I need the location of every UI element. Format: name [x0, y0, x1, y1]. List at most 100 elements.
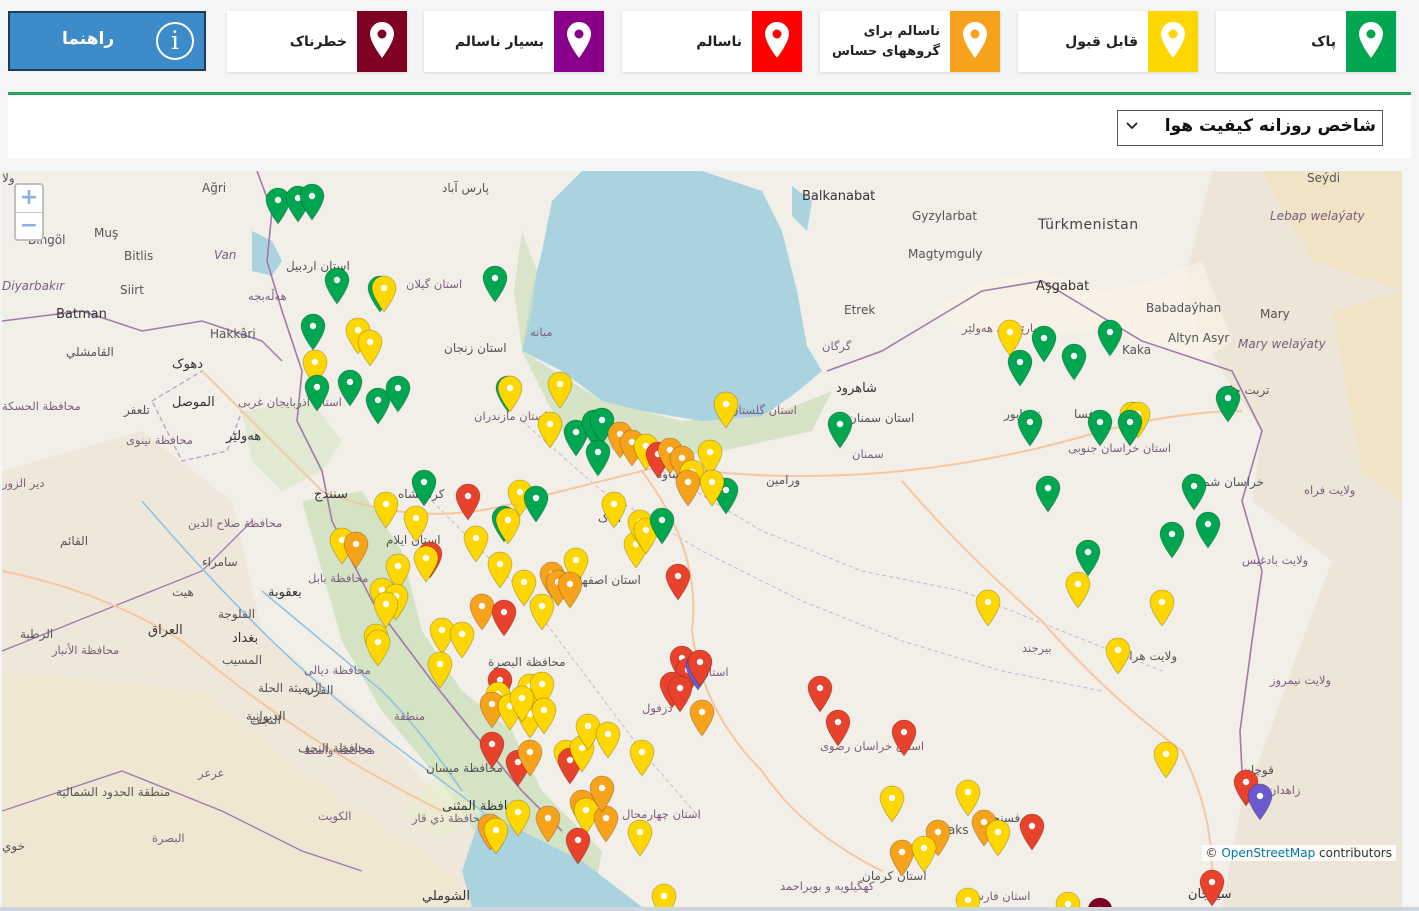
station-marker-acceptable[interactable]: [911, 835, 937, 873]
attribution-link[interactable]: OpenStreetMap: [1221, 846, 1315, 860]
station-marker-sensitive[interactable]: [469, 593, 495, 631]
station-marker-acceptable[interactable]: [463, 525, 489, 563]
guide-button[interactable]: راهنما i: [8, 11, 206, 71]
map-pin-icon: [1359, 22, 1383, 58]
station-marker-acceptable[interactable]: [487, 551, 513, 589]
station-marker-acceptable[interactable]: [365, 629, 391, 667]
legend-label: خطرناک: [289, 33, 347, 50]
legend-item-unhealthy: ناسالم: [622, 11, 802, 72]
station-marker-clean[interactable]: [1031, 325, 1057, 363]
station-marker-acceptable[interactable]: [547, 371, 573, 409]
station-marker-acceptable[interactable]: [601, 491, 627, 529]
station-marker-clean[interactable]: [1159, 521, 1185, 559]
station-marker-sensitive[interactable]: [689, 699, 715, 737]
station-marker-clean[interactable]: [337, 369, 363, 407]
station-marker-clean[interactable]: [1035, 475, 1061, 513]
station-marker-acceptable[interactable]: [371, 275, 397, 313]
station-marker-clean[interactable]: [1195, 511, 1221, 549]
station-marker-clean[interactable]: [1061, 343, 1087, 381]
legend-swatch: [752, 11, 802, 72]
station-marker-acceptable[interactable]: [1153, 741, 1179, 779]
station-marker-clean[interactable]: [1087, 409, 1113, 447]
station-marker-clean[interactable]: [1097, 319, 1123, 357]
station-marker-acceptable[interactable]: [1149, 589, 1175, 627]
legend-label: بسیار ناسالم: [454, 33, 544, 50]
station-marker-acceptable[interactable]: [975, 589, 1001, 627]
station-marker-clean[interactable]: [1007, 349, 1033, 387]
station-marker-acceptable[interactable]: [357, 329, 383, 367]
station-marker-clean[interactable]: [304, 374, 330, 412]
station-marker-sensitive[interactable]: [675, 469, 701, 507]
station-marker-hazardous[interactable]: [1087, 897, 1113, 907]
station-marker-acceptable[interactable]: [879, 785, 905, 823]
station-marker-clean[interactable]: [1215, 385, 1241, 423]
station-marker-sensitive[interactable]: [535, 805, 561, 843]
station-marker-acceptable[interactable]: [627, 819, 653, 857]
station-marker-unhealthy[interactable]: [455, 483, 481, 521]
station-marker-acceptable[interactable]: [955, 779, 981, 817]
station-marker-acceptable[interactable]: [651, 883, 677, 907]
station-marker-acceptable[interactable]: [537, 411, 563, 449]
station-marker-sensitive[interactable]: [557, 571, 583, 609]
station-marker-unhealthy[interactable]: [491, 599, 517, 637]
station-marker-clean[interactable]: [411, 469, 437, 507]
station-marker-clean[interactable]: [324, 267, 350, 305]
station-marker-acceptable[interactable]: [483, 817, 509, 855]
legend-label: ناسالم برای گروههای حساس: [830, 11, 940, 72]
legend-item-very-unhealthy: بسیار ناسالم: [424, 11, 604, 72]
station-marker-unhealthy[interactable]: [479, 731, 505, 769]
station-marker-sensitive[interactable]: [343, 531, 369, 569]
station-marker-acceptable[interactable]: [529, 593, 555, 631]
station-marker-acceptable[interactable]: [495, 507, 521, 545]
map-attribution: © OpenStreetMap contributors: [1201, 845, 1396, 861]
station-marker-acceptable[interactable]: [403, 505, 429, 543]
air-quality-map[interactable]: + − Ağri پارس آباد Balkanabat Gyzylarbat Tür…: [2, 171, 1402, 907]
map-pin-icon: [765, 22, 789, 58]
station-marker-acceptable[interactable]: [1065, 571, 1091, 609]
station-marker-sensitive[interactable]: [593, 805, 619, 843]
station-marker-clean[interactable]: [1075, 539, 1101, 577]
station-marker-acceptable[interactable]: [373, 591, 399, 629]
station-marker-clean[interactable]: [827, 411, 853, 449]
legend-item-clean: پاک: [1216, 11, 1396, 72]
map-pin-icon: [567, 22, 591, 58]
station-marker-clean[interactable]: [300, 313, 326, 351]
station-marker-acceptable[interactable]: [985, 819, 1011, 857]
station-marker-clean[interactable]: [523, 485, 549, 523]
station-marker-unhealthy[interactable]: [807, 675, 833, 713]
zoom-out-button[interactable]: −: [16, 212, 42, 240]
station-marker-acceptable[interactable]: [449, 621, 475, 659]
station-marker-acceptable[interactable]: [955, 887, 981, 907]
station-marker-clean[interactable]: [585, 439, 611, 477]
station-marker-acceptable[interactable]: [1055, 891, 1081, 907]
station-marker-clean[interactable]: [385, 375, 411, 413]
station-marker-unhealthy[interactable]: [1019, 813, 1045, 851]
station-marker-clean[interactable]: [1181, 473, 1207, 511]
station-marker-unhealthy[interactable]: [1199, 869, 1225, 907]
station-marker-acceptable[interactable]: [497, 375, 523, 413]
station-marker-acceptable[interactable]: [413, 545, 439, 583]
station-marker-veryunhealthy[interactable]: [1247, 783, 1273, 821]
station-marker-acceptable[interactable]: [595, 721, 621, 759]
station-marker-clean[interactable]: [1017, 409, 1043, 447]
station-markers: [265, 183, 1273, 907]
station-marker-unhealthy[interactable]: [825, 709, 851, 747]
station-marker-sensitive[interactable]: [889, 839, 915, 877]
legend-swatch: [357, 11, 407, 72]
station-marker-clean[interactable]: [1117, 409, 1143, 447]
index-select[interactable]: شاخص روزانه کیفیت هوا: [1117, 110, 1383, 146]
station-marker-unhealthy[interactable]: [565, 827, 591, 865]
station-marker-unhealthy[interactable]: [891, 719, 917, 757]
station-marker-unhealthy[interactable]: [665, 563, 691, 601]
station-marker-clean[interactable]: [265, 187, 291, 225]
station-marker-acceptable[interactable]: [1105, 637, 1131, 675]
station-marker-acceptable[interactable]: [373, 491, 399, 529]
station-marker-acceptable[interactable]: [505, 799, 531, 837]
station-marker-acceptable[interactable]: [629, 739, 655, 777]
zoom-control: + −: [14, 183, 44, 241]
station-marker-clean[interactable]: [482, 265, 508, 303]
station-marker-clean[interactable]: [365, 387, 391, 425]
zoom-in-button[interactable]: +: [16, 185, 42, 212]
station-marker-acceptable[interactable]: [427, 651, 453, 689]
station-marker-acceptable[interactable]: [713, 391, 739, 429]
